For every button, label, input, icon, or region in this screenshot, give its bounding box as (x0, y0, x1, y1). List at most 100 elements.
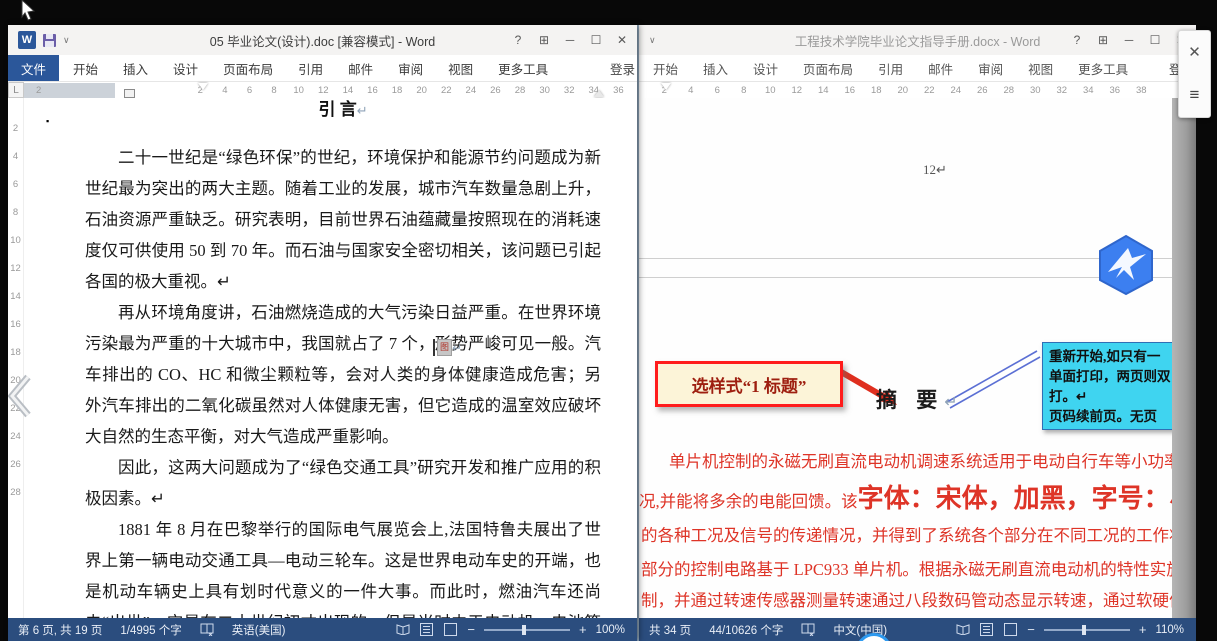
zoom-slider[interactable] (1044, 629, 1130, 631)
red-paragraph-line[interactable]: 况,并能将多余的电能回馈。该字体：宋体，加黑，字号：小二 (639, 478, 1172, 515)
document-page[interactable]: 引 言↵ ▪ 二十一世纪是“绿色环保”的世纪，环境保护和能源节约问题成为新世纪最… (24, 98, 637, 618)
page-count-status[interactable]: 共 34 页 (649, 622, 691, 638)
document-page[interactable]: 12↵ 选样式“1 标题” 摘 要↵ 重新开始,如只有一单面打印，两页则双打。↵… (639, 98, 1172, 618)
red-line-prefix: 况,并能将多余的电能回馈。该 (639, 492, 858, 511)
help-button[interactable]: ? (505, 25, 531, 55)
first-line-indent-marker[interactable] (661, 83, 671, 95)
red-paragraph-line[interactable]: 的各种工况及信号的传递情况，并得到了系统各个部分在不同工况的工作状态 (641, 522, 1172, 546)
tab-selector[interactable]: L (8, 82, 24, 98)
right-indent-marker[interactable] (594, 85, 604, 97)
word-window-thesis: W ∨ 05 毕业论文(设计).doc [兼容模式] - Word ? ⊞ ─ … (8, 25, 637, 641)
ribbon-tab[interactable]: 开始 (653, 59, 678, 78)
ribbon-tab[interactable]: 邮件 (348, 59, 373, 78)
web-layout-icon[interactable] (1003, 623, 1018, 636)
word-count-status[interactable]: 1/4995 个字 (120, 622, 181, 638)
paragraph[interactable]: 再从环境角度讲，石油燃烧造成的大气污染日益严重。在世界环境污染最为严重的十大城市… (85, 297, 601, 452)
word-count-status[interactable]: 44/10626 个字 (709, 622, 783, 638)
titlebar[interactable]: ∨ 工程技术学院毕业论文指导手册.docx - Word ? ⊞ ─ ☐ ✕ (639, 25, 1196, 55)
zoom-slider-thumb[interactable] (1082, 625, 1086, 635)
ribbon-tab[interactable]: 引用 (878, 59, 903, 78)
maximize-button[interactable]: ☐ (1142, 25, 1168, 55)
note-line: 重新开始,如只有一 (1049, 347, 1172, 367)
print-layout-icon[interactable] (979, 623, 994, 636)
hidden-text-marker[interactable]: 图 (437, 339, 452, 356)
paragraph[interactable]: 因此，这两大问题成为了“绿色交通工具”研究开发和推广应用的积极因素。↵ (85, 452, 601, 514)
ribbon-tab[interactable]: 页面布局 (223, 59, 273, 78)
ribbon-display-options-button[interactable]: ⊞ (1090, 25, 1116, 55)
page-break-line (639, 258, 1172, 259)
ribbon-tab[interactable]: 开始 (73, 59, 98, 78)
ribbon-tab[interactable]: 审阅 (978, 59, 1003, 78)
ribbon-tab[interactable]: 视图 (1028, 59, 1053, 78)
minimize-button[interactable]: ─ (1116, 25, 1142, 55)
minimize-button[interactable]: ─ (557, 25, 583, 55)
page-break-line (639, 277, 1172, 278)
document-heading[interactable]: 引 言↵ (85, 98, 601, 123)
zoom-level[interactable]: 100% (596, 624, 625, 636)
sign-in-button[interactable]: 登录 (610, 55, 636, 81)
left-indent-marker[interactable] (124, 89, 135, 98)
titlebar[interactable]: W ∨ 05 毕业论文(设计).doc [兼容模式] - Word ? ⊞ ─ … (8, 25, 637, 55)
ribbon-tab[interactable]: 页面布局 (803, 59, 853, 78)
close-button[interactable]: ✕ (609, 25, 635, 55)
style-bullet-marker: ▪ (46, 116, 49, 126)
ribbon-tab[interactable]: 设计 (753, 59, 778, 78)
style-callout-box[interactable]: 选样式“1 标题” (655, 361, 843, 407)
note-callout-box[interactable]: 重新开始,如只有一单面打印，两页则双打。↵页码续前页。无页 (1042, 342, 1172, 430)
zoom-in-button[interactable]: + (1139, 622, 1147, 637)
paragraph[interactable]: 二十一世纪是“绿色环保”的世纪，环境保护和能源节约问题成为新世纪最为突出的两大主… (85, 142, 601, 297)
page-number: 12↵ (923, 162, 947, 178)
language-status[interactable]: 英语(美国) (232, 622, 286, 638)
window-controls: ? ⊞ ─ ☐ ✕ (505, 25, 635, 55)
zoom-slider-thumb[interactable] (522, 625, 526, 635)
ribbon-tab-file[interactable]: 文件 (8, 55, 59, 81)
ribbon-tab[interactable]: 插入 (703, 59, 728, 78)
ribbon-tab[interactable]: 邮件 (928, 59, 953, 78)
ribbon-tab[interactable]: 更多工具 (1078, 59, 1128, 78)
proofing-status-icon[interactable] (200, 623, 214, 636)
first-line-indent-marker[interactable] (198, 83, 208, 95)
abstract-heading[interactable]: 摘 要↵ (876, 384, 964, 414)
scrollbar[interactable] (1172, 98, 1196, 641)
style-callout-text: 选样式“1 标题” (692, 372, 807, 397)
zoom-in-button[interactable]: + (579, 622, 587, 637)
red-paragraph-line[interactable]: 部分的控制电路基于 LPC933 单片机。根据永磁无刷直流电动机的特性实施脉 (641, 556, 1172, 580)
ribbon-tab[interactable]: 更多工具 (498, 59, 548, 78)
document-body[interactable]: 二十一世纪是“绿色环保”的世纪，环境保护和能源节约问题成为新世纪最为突出的两大主… (85, 142, 601, 618)
zoom-out-button[interactable]: − (1027, 622, 1035, 637)
zoom-out-button[interactable]: − (467, 622, 475, 637)
window-controls: ? ⊞ ─ ☐ ✕ (1064, 25, 1194, 55)
ruler-margin-zone: 2 (24, 83, 115, 98)
red-paragraph-line[interactable]: 制，并通过转速传感器测量转速通过八段数码管动态显示转速，通过软硬件的 (641, 587, 1172, 611)
paragraph[interactable]: 1881 年 8 月在巴黎举行的国际电气展览会上,法国特鲁夫展出了世界上第一辆电… (85, 514, 601, 618)
help-button[interactable]: ? (1064, 25, 1090, 55)
font-instruction-text: 字体：宋体，加黑，字号：小二 (858, 484, 1172, 513)
panel-close-icon[interactable]: ✕ (1188, 43, 1201, 61)
ribbon-display-options-button[interactable]: ⊞ (531, 25, 557, 55)
ribbon-tab[interactable]: 引用 (298, 59, 323, 78)
zoom-slider[interactable] (484, 629, 570, 631)
abstract-heading-text: 摘 要 (876, 388, 944, 412)
status-bar: 共 34 页 44/10626 个字 中文(中国) − + 110% (639, 618, 1196, 641)
status-bar: 第 6 页, 共 19 页 1/4995 个字 英语(美国) − + 100% (8, 618, 637, 641)
paragraph-mark: ↵ (452, 341, 462, 355)
ribbon-tab[interactable]: 审阅 (398, 59, 423, 78)
ribbon-tab[interactable]: 设计 (173, 59, 198, 78)
ribbon-tab[interactable]: 视图 (448, 59, 473, 78)
text-cursor: 图 ↵ (433, 339, 462, 356)
red-paragraph-line[interactable]: 单片机控制的永磁无刷直流电动机调速系统适用于电动自行车等小功率 (669, 448, 1172, 472)
mouse-cursor-icon (20, 0, 38, 22)
page-count-status[interactable]: 第 6 页, 共 19 页 (18, 622, 102, 638)
zoom-level[interactable]: 110% (1155, 624, 1184, 636)
note-line: 页码续前页。无页 (1049, 407, 1172, 427)
maximize-button[interactable]: ☐ (583, 25, 609, 55)
ribbon-tab[interactable]: 插入 (123, 59, 148, 78)
print-layout-icon[interactable] (419, 623, 434, 636)
panel-menu-icon[interactable]: ≡ (1190, 85, 1200, 105)
read-mode-icon[interactable] (395, 623, 410, 636)
thunder-bird-logo-icon[interactable] (1094, 234, 1158, 296)
proofing-status-icon[interactable] (801, 623, 815, 636)
read-mode-icon[interactable] (955, 623, 970, 636)
chevron-left-icon[interactable] (8, 373, 32, 419)
web-layout-icon[interactable] (443, 623, 458, 636)
